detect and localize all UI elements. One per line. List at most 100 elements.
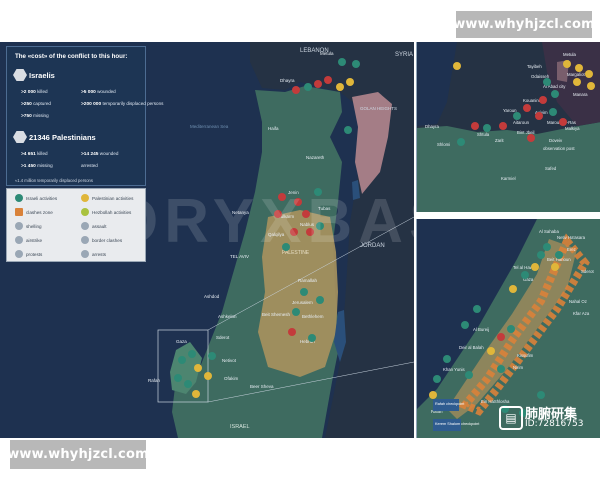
event-marker xyxy=(433,375,441,383)
border-clash-icon xyxy=(81,236,89,244)
city-label: Beer Sheva xyxy=(250,384,274,389)
country-label: GOLAN HEIGHTS xyxy=(360,106,397,111)
event-marker xyxy=(499,122,507,130)
event-marker xyxy=(308,334,316,342)
event-marker xyxy=(521,271,529,279)
city-label: Al Bureij xyxy=(473,327,489,332)
city-label: Bethlehem xyxy=(302,314,324,319)
north-border-inset[interactable]: Metula Tayibeh Odaisseh Margaliot Al Aba… xyxy=(416,42,600,212)
event-marker xyxy=(507,325,515,333)
city-label: Ramallah xyxy=(298,278,318,283)
stat-value: >250 captured xyxy=(21,101,51,107)
event-marker xyxy=(483,124,491,132)
site-watermark[interactable]: www.whyhjzcl.com xyxy=(453,11,595,38)
event-marker xyxy=(188,350,196,358)
stat-value: arrested xyxy=(81,163,98,168)
city-label: Deir al Balah xyxy=(459,345,484,350)
event-marker xyxy=(543,243,551,251)
key-item: clashes zone xyxy=(15,208,53,216)
event-marker xyxy=(178,356,186,364)
symbol-key: Israeli activities Palestinian activitie… xyxy=(6,188,146,262)
stat-value: >2 000 killed xyxy=(21,89,48,95)
key-item: protests xyxy=(15,250,42,258)
event-marker xyxy=(352,60,360,68)
event-marker xyxy=(336,83,344,91)
israelis-heading: Israelis xyxy=(29,71,55,80)
arrest-icon xyxy=(81,250,89,258)
event-marker xyxy=(509,285,517,293)
palestine-flag-icon xyxy=(13,131,27,143)
israel-land xyxy=(417,122,600,212)
stat-value: >1 450 missing xyxy=(21,163,53,169)
city-label: Netiv Ha'asara xyxy=(557,235,586,240)
key-item: shelling xyxy=(15,222,42,230)
israel-flag-icon xyxy=(13,69,27,81)
event-marker xyxy=(471,122,479,130)
event-marker xyxy=(292,308,300,316)
event-marker xyxy=(316,296,324,304)
city-label: Sderot xyxy=(581,269,594,274)
event-marker xyxy=(300,288,308,296)
hezbollah-activity-icon xyxy=(81,208,89,216)
event-marker xyxy=(543,78,551,86)
event-marker xyxy=(587,82,595,90)
author-badge-icon: ▤ xyxy=(499,406,523,430)
key-item: Israeli activities xyxy=(15,194,57,202)
city-label: Ofakim xyxy=(224,376,239,381)
city-label: Kouanine xyxy=(523,98,542,103)
city-label: Sderot xyxy=(216,335,230,340)
city-label: Al Sahaba xyxy=(539,229,559,234)
event-marker xyxy=(527,134,535,142)
palestinian-activity-icon xyxy=(81,194,89,202)
city-label: Ashkelon xyxy=(218,314,237,319)
event-marker xyxy=(539,96,547,104)
event-marker xyxy=(555,251,563,259)
event-marker xyxy=(192,390,200,398)
city-label: Ashdod xyxy=(204,294,220,299)
conflict-cost-legend: The «cost» of the conflict to this hour:… xyxy=(6,46,163,186)
checkpoint-label: Kerem Shalom checkpoint xyxy=(435,422,480,426)
city-label: Netivot xyxy=(222,358,237,363)
israeli-activity-icon xyxy=(15,194,23,202)
shelling-icon xyxy=(15,222,23,230)
event-marker xyxy=(473,305,481,313)
key-item: arrests xyxy=(81,250,106,258)
event-marker xyxy=(338,58,346,66)
event-marker xyxy=(443,355,451,363)
event-marker xyxy=(551,263,559,271)
event-marker xyxy=(465,371,473,379)
airstrike-icon xyxy=(15,236,23,244)
legend-title: The «cost» of the conflict to this hour: xyxy=(15,53,128,60)
event-marker xyxy=(292,86,300,94)
event-marker xyxy=(535,112,543,120)
event-marker xyxy=(457,138,465,146)
city-label: Shtula xyxy=(477,132,490,137)
city-label: Malkiya xyxy=(565,126,580,131)
city-label: Tayibeh xyxy=(527,64,542,69)
city-label: Aitaroun xyxy=(513,120,530,125)
event-marker xyxy=(573,78,581,86)
city-label: Khan Yunis xyxy=(443,367,465,372)
key-item: Palestinian activities xyxy=(81,194,133,202)
stat-value: >750 missing xyxy=(21,113,49,119)
event-marker xyxy=(184,380,192,388)
site-watermark[interactable]: www.whyhjzcl.com xyxy=(7,440,149,469)
key-item: Hezbollah activities xyxy=(81,208,131,216)
event-marker xyxy=(523,104,531,112)
event-marker xyxy=(429,391,437,399)
key-item: border clashes xyxy=(81,236,122,244)
event-marker xyxy=(174,374,182,382)
event-marker xyxy=(324,76,332,84)
city-label: Nirim xyxy=(513,365,523,370)
city-label: Doveiv xyxy=(549,138,563,143)
event-marker xyxy=(304,83,312,91)
overlay-watermark: ORYXBASE xyxy=(110,187,414,256)
city-label: Dhayra xyxy=(425,124,439,129)
displaced-note: ≈1.4 million temporarily displaced perso… xyxy=(15,178,93,183)
clashes-zone-icon xyxy=(15,208,23,216)
country-label: SYRIA xyxy=(395,52,413,58)
event-marker xyxy=(537,251,545,259)
city-label: Erez xyxy=(567,247,576,252)
event-marker xyxy=(531,263,539,271)
event-marker xyxy=(497,365,505,373)
